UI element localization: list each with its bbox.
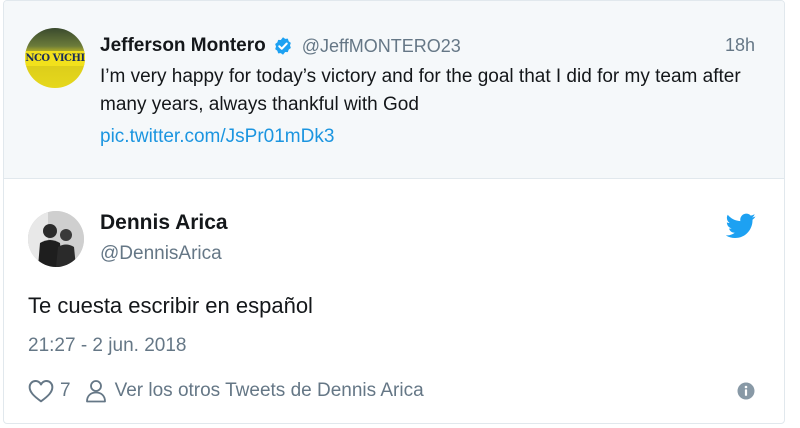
quoted-header: Jefferson Montero @JeffMONTERO23 (100, 34, 461, 58)
view-more-tweets-link[interactable]: Ver los otros Tweets de Dennis Arica (115, 380, 424, 402)
like-count[interactable]: 7 (60, 380, 71, 402)
quoted-avatar[interactable]: NCO VICHI (25, 28, 85, 88)
person-icon[interactable] (85, 379, 107, 403)
verified-badge-icon (274, 37, 291, 55)
heart-icon[interactable] (28, 379, 54, 403)
reply-text: Te cuesta escribir en español (28, 293, 313, 318)
twitter-bird-icon[interactable] (726, 213, 756, 239)
reply-display-name[interactable]: Dennis Arica (100, 211, 228, 235)
quoted-display-name[interactable]: Jefferson Montero (100, 35, 266, 57)
quoted-text: I’m very happy for today’s victory and f… (100, 66, 741, 115)
tweet-embed-card: NCO VICHI Jefferson Montero @JeffMONTERO… (3, 0, 785, 424)
action-bar: 7 Ver los otros Tweets de Dennis Arica (28, 377, 424, 405)
reply-timestamp[interactable]: 21:27 - 2 jun. 2018 (28, 335, 186, 357)
avatar-banner-text: NCO VICHI (25, 51, 85, 66)
reply-avatar[interactable] (28, 211, 84, 267)
quoted-handle[interactable]: @JeffMONTERO23 (302, 36, 461, 57)
quoted-media-link[interactable]: pic.twitter.com/JsPr01mDk3 (100, 123, 334, 151)
quoted-time[interactable]: 18h (725, 35, 755, 56)
reply-handle[interactable]: @DennisArica (100, 243, 222, 265)
info-icon[interactable] (737, 382, 755, 400)
quoted-tweet[interactable]: NCO VICHI Jefferson Montero @JeffMONTERO… (4, 1, 784, 179)
avatar-photo-icon (28, 211, 84, 267)
